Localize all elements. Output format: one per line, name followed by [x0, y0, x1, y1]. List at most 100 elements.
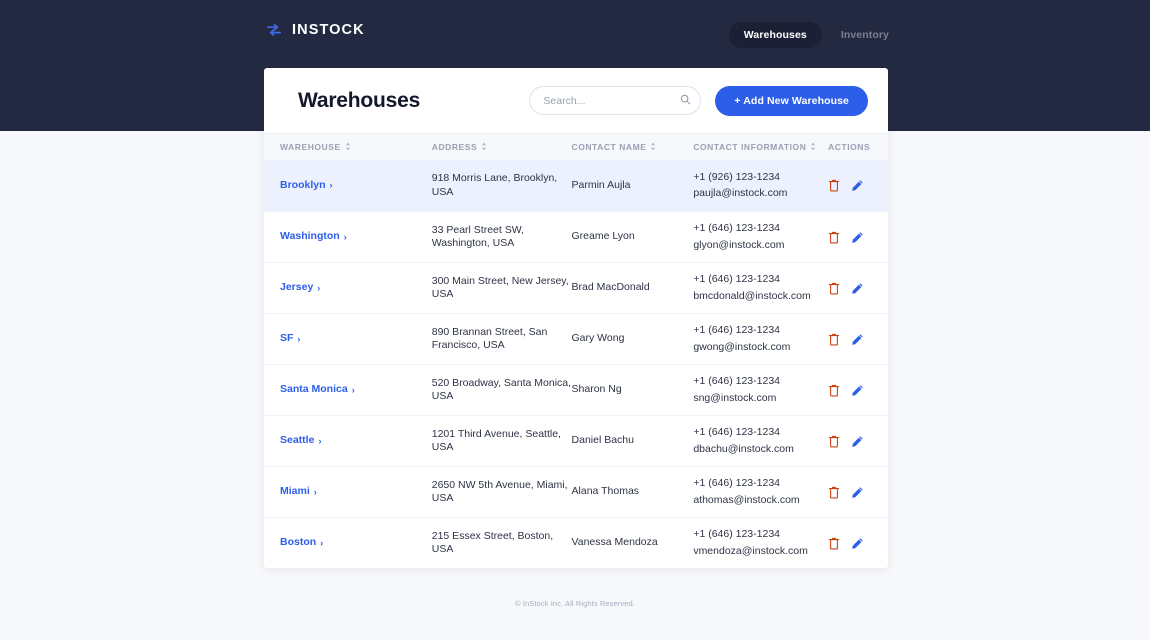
- warehouse-name: Seattle: [280, 434, 315, 447]
- delete-warehouse-button[interactable]: [828, 384, 840, 397]
- column-header-contact-name[interactable]: CONTACT NAME: [572, 142, 694, 153]
- edit-warehouse-button[interactable]: [851, 537, 864, 550]
- pencil-icon: [851, 282, 864, 298]
- trash-icon: [828, 333, 840, 349]
- table-row[interactable]: Santa Monica › 520 Broadway, Santa Monica,…: [264, 364, 888, 415]
- contact-name: Sharon Ng: [571, 383, 622, 396]
- contact-email: vmendoza@instock.com: [693, 544, 808, 557]
- warehouse-link[interactable]: Miami ›: [280, 485, 432, 498]
- add-new-warehouse-button[interactable]: + Add New Warehouse: [715, 85, 868, 116]
- edit-warehouse-button[interactable]: [851, 179, 864, 192]
- contact-information: +1 (926) 123-1234 paujla@instock.com: [693, 171, 828, 201]
- contact-email: paujla@instock.com: [693, 187, 788, 199]
- column-header-contact-information-label: CONTACT INFORMATION: [693, 142, 807, 152]
- contact-name: Gary Wong: [571, 332, 625, 345]
- contact-email: dbachu@instock.com: [693, 442, 794, 455]
- row-actions: [828, 179, 888, 192]
- delete-warehouse-button[interactable]: [828, 231, 840, 244]
- pencil-icon: [851, 384, 864, 400]
- sort-icon[interactable]: [481, 142, 487, 153]
- delete-warehouse-button[interactable]: [828, 537, 840, 550]
- tab-warehouses[interactable]: Warehouses: [728, 22, 822, 48]
- table-body: Brooklyn › 918 Morris Lane, Brooklyn, USA P…: [264, 160, 888, 568]
- search-box: [529, 86, 702, 115]
- trash-icon: [828, 231, 840, 247]
- contact-phone: +1 (646) 123-1234: [693, 324, 781, 337]
- edit-warehouse-button[interactable]: [851, 333, 864, 346]
- contact-phone: +1 (646) 123-1234: [693, 375, 781, 388]
- column-header-actions: ACTIONS: [828, 142, 888, 152]
- column-header-warehouse[interactable]: WAREHOUSE: [280, 142, 432, 153]
- sort-icon[interactable]: [345, 142, 351, 153]
- edit-warehouse-button[interactable]: [851, 282, 864, 295]
- contact-name: Parmin Aujla: [571, 178, 631, 191]
- table-row[interactable]: Washington › 33 Pearl Street SW, Washingto…: [264, 211, 888, 262]
- sort-icon[interactable]: [650, 142, 656, 153]
- delete-warehouse-button[interactable]: [828, 282, 840, 295]
- delete-warehouse-button[interactable]: [828, 486, 840, 499]
- trash-icon: [828, 537, 840, 553]
- table-row[interactable]: Miami › 2650 NW 5th Avenue, Miami, USA Alan…: [264, 466, 888, 517]
- table-row[interactable]: SF › 890 Brannan Street, San Francisco, US…: [264, 313, 888, 364]
- warehouse-name: Santa Monica: [280, 383, 348, 396]
- row-actions: [828, 282, 888, 295]
- trash-icon: [828, 384, 840, 400]
- trash-icon: [828, 435, 840, 451]
- pencil-icon: [851, 180, 864, 195]
- edit-warehouse-button[interactable]: [851, 486, 864, 499]
- delete-warehouse-button[interactable]: [828, 333, 840, 346]
- column-header-contact-information[interactable]: CONTACT INFORMATION: [693, 142, 828, 153]
- row-actions: [828, 333, 888, 346]
- warehouse-address: 918 Morris Lane, Brooklyn, USA: [431, 172, 558, 198]
- card-header: Warehouses + Add New Warehouse: [264, 68, 888, 133]
- contact-information: +1 (646) 123-1234 gwong@instock.com: [693, 324, 828, 354]
- delete-warehouse-button[interactable]: [828, 179, 840, 192]
- warehouse-link[interactable]: Santa Monica ›: [280, 383, 432, 396]
- warehouse-name: Brooklyn: [280, 178, 326, 191]
- contact-phone: +1 (646) 123-1234: [693, 222, 781, 235]
- page-title: Warehouses: [298, 88, 421, 112]
- contact-email: glyon@instock.com: [693, 238, 785, 251]
- warehouse-link[interactable]: Seattle ›: [280, 434, 432, 447]
- edit-warehouse-button[interactable]: [851, 231, 864, 244]
- contact-email: bmcdonald@instock.com: [693, 289, 811, 302]
- trash-icon: [828, 486, 840, 502]
- warehouse-link[interactable]: Brooklyn ›: [280, 179, 432, 192]
- warehouse-link[interactable]: Boston ›: [280, 536, 432, 549]
- loop-arrow-icon: [265, 21, 283, 39]
- tab-inventory[interactable]: Inventory: [826, 22, 904, 48]
- chevron-right-icon: ›: [317, 282, 321, 293]
- table-row[interactable]: Brooklyn › 918 Morris Lane, Brooklyn, USA P…: [264, 160, 888, 211]
- nav-tabs: Warehouses Inventory: [728, 22, 904, 48]
- row-actions: [828, 486, 888, 499]
- delete-warehouse-button[interactable]: [828, 435, 840, 448]
- column-header-address[interactable]: ADDRESS: [432, 142, 572, 153]
- edit-warehouse-button[interactable]: [851, 384, 864, 397]
- sort-icon[interactable]: [810, 142, 816, 153]
- contact-information: +1 (646) 123-1234 glyon@instock.com: [693, 222, 828, 252]
- table-row[interactable]: Boston › 215 Essex Street, Boston, USA Vane…: [264, 517, 888, 568]
- search-input[interactable]: [529, 86, 702, 115]
- warehouse-name: Miami: [280, 485, 310, 498]
- contact-information: +1 (646) 123-1234 vmendoza@instock.com: [693, 528, 828, 558]
- table-row[interactable]: Seattle › 1201 Third Avenue, Seattle, USA D…: [264, 415, 888, 466]
- trash-icon: [828, 179, 840, 195]
- brand-logo[interactable]: INSTOCK: [265, 21, 365, 39]
- warehouse-name: Washington: [280, 230, 340, 243]
- warehouse-name: Boston: [280, 536, 317, 549]
- table-row[interactable]: Jersey › 300 Main Street, New Jersey, USA B…: [264, 262, 888, 313]
- edit-warehouse-button[interactable]: [851, 435, 864, 448]
- warehouse-address: 520 Broadway, Santa Monica, USA: [431, 376, 572, 402]
- contact-name: Greame Lyon: [571, 230, 635, 243]
- contact-email: sng@instock.com: [693, 391, 777, 404]
- contact-information: +1 (646) 123-1234 bmcdonald@instock.com: [693, 273, 828, 303]
- contact-name: Brad MacDonald: [571, 281, 650, 294]
- warehouse-link[interactable]: Jersey ›: [280, 281, 432, 294]
- warehouse-name: SF: [280, 332, 294, 345]
- contact-email: gwong@instock.com: [693, 340, 791, 353]
- warehouse-link[interactable]: Washington ›: [280, 230, 432, 243]
- warehouse-name: Jersey: [280, 281, 314, 294]
- warehouse-link[interactable]: SF ›: [280, 332, 432, 345]
- contact-name: Vanessa Mendoza: [571, 536, 658, 549]
- pencil-icon: [851, 435, 864, 451]
